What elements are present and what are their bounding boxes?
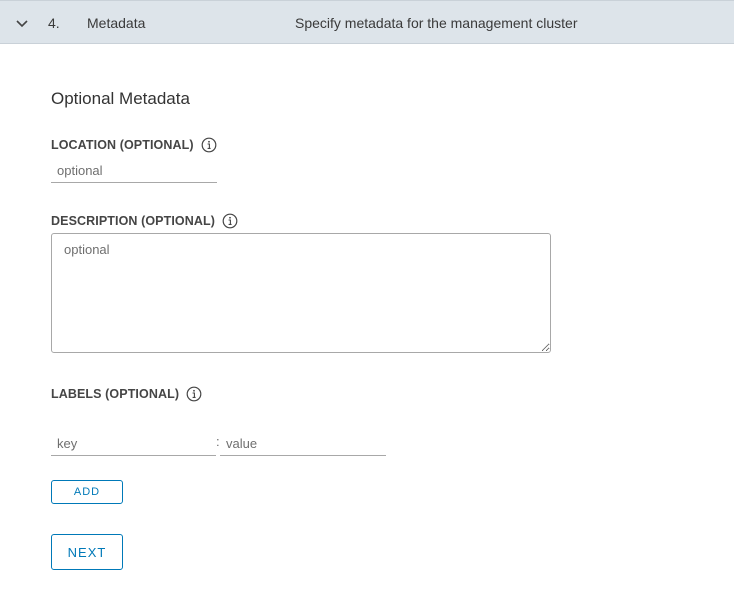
label-key-input[interactable] [51,431,216,456]
location-label: LOCATION (OPTIONAL) [51,137,217,153]
section-title: Optional Metadata [51,89,190,108]
description-textarea[interactable] [51,233,551,353]
chevron-down-icon[interactable] [14,15,30,31]
add-label-button[interactable]: ADD [51,480,123,504]
info-icon[interactable] [222,213,238,229]
labels-label-text: LABELS (OPTIONAL) [51,387,180,401]
step-description: Specify metadata for the management clus… [295,15,578,31]
location-label-text: LOCATION (OPTIONAL) [51,138,194,152]
info-icon[interactable] [186,386,202,402]
info-icon[interactable] [201,137,217,153]
label-value-input[interactable] [220,431,386,456]
step-header[interactable]: 4. Metadata Specify metadata for the man… [0,0,734,44]
description-label: DESCRIPTION (OPTIONAL) [51,213,238,229]
labels-label: LABELS (OPTIONAL) [51,386,202,402]
next-button[interactable]: NEXT [51,534,123,570]
description-label-text: DESCRIPTION (OPTIONAL) [51,214,216,228]
location-input[interactable] [51,158,217,183]
step-title: Metadata [87,15,146,31]
step-number: 4. [48,15,60,31]
